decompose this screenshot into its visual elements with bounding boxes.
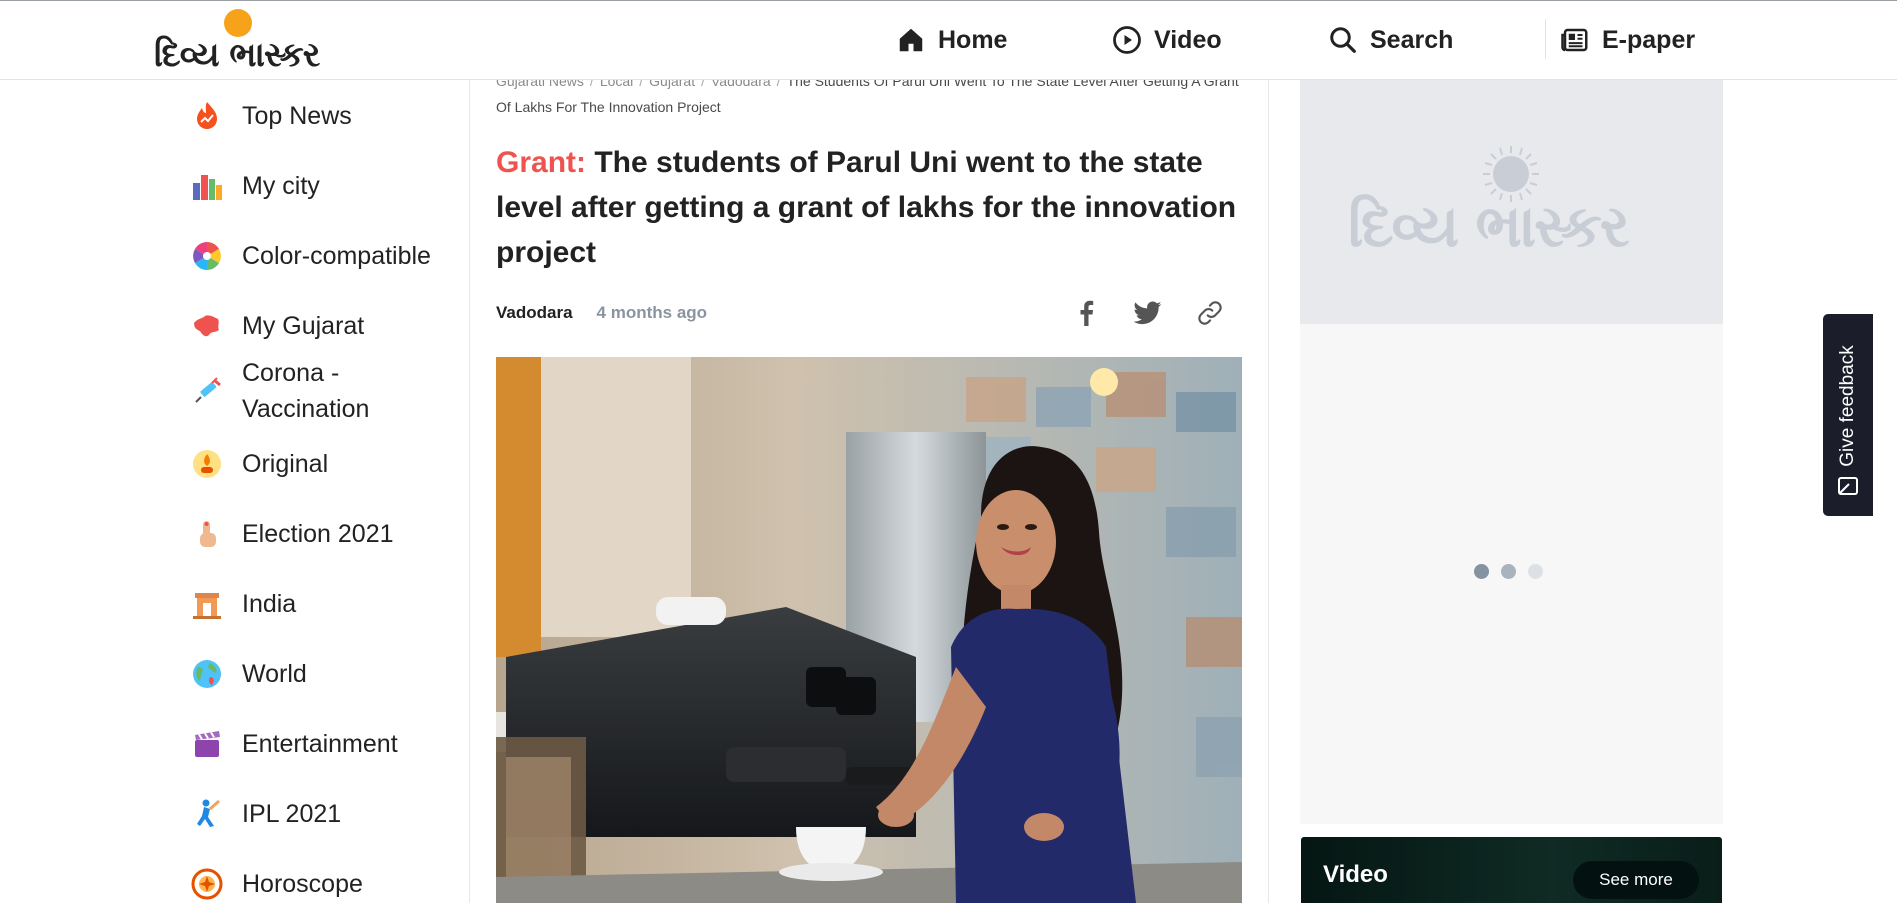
carousel-panel xyxy=(1300,324,1723,824)
search-icon xyxy=(1330,27,1356,53)
barista-photo xyxy=(496,357,1242,903)
headline-kicker: Grant: xyxy=(496,146,586,179)
logo-text: દિવ્ય ભાસ્કર xyxy=(154,35,320,75)
logo-sun-icon xyxy=(224,9,252,37)
sidebar-item-label: World xyxy=(242,660,307,688)
sidebar-item-election-2021[interactable]: Election 2021 xyxy=(190,516,394,552)
video-widget-title: Video xyxy=(1323,861,1388,888)
gujarat-map-icon xyxy=(194,315,219,337)
see-more-button[interactable]: See more xyxy=(1573,861,1699,899)
sidebar-item-original[interactable]: Original xyxy=(190,446,328,482)
sidebar-item-horoscope[interactable]: Horoscope xyxy=(190,866,363,902)
sidebar-item-label: Horoscope xyxy=(242,870,363,898)
sidebar-item-label: Original xyxy=(242,450,329,478)
headline-text: The students of Parul Uni went to the st… xyxy=(496,146,1237,269)
category-sidebar: Top News My city Color-compatible My Guj… xyxy=(0,80,470,903)
nav-divider xyxy=(1545,19,1546,59)
sidebar-item-color-compatible[interactable]: Color-compatible xyxy=(190,238,431,274)
share-twitter-button[interactable] xyxy=(1132,297,1164,329)
top-header: દિવ્ય ભાસ્કર Home Video Search E-paper xyxy=(0,0,1897,80)
voting-finger-icon xyxy=(200,521,216,547)
clapperboard-icon xyxy=(195,731,220,757)
home-icon xyxy=(899,28,923,52)
sidebar-item-label: Top News xyxy=(242,102,352,130)
fire-trend-icon xyxy=(197,102,217,129)
twitter-icon xyxy=(1134,301,1162,325)
sidebar-item-label: IPL 2021 xyxy=(242,800,342,828)
syringe-icon xyxy=(195,377,221,403)
sidebar-item-label: India xyxy=(242,590,297,618)
zodiac-wheel-icon xyxy=(191,868,223,900)
nav-home-label: Home xyxy=(938,25,1008,54)
carousel-dot[interactable] xyxy=(1501,564,1516,579)
sidebar-item-label: Corona - Vaccination xyxy=(242,359,370,423)
publish-time: 4 months ago xyxy=(596,303,708,322)
nav-video-label: Video xyxy=(1154,25,1222,54)
video-widget: Video See more xyxy=(1301,837,1722,903)
color-wheel-icon xyxy=(193,242,221,270)
carousel-dot[interactable] xyxy=(1528,564,1543,579)
sidebar-item-entertainment[interactable]: Entertainment xyxy=(190,726,398,762)
city-buildings-icon xyxy=(193,175,222,200)
carousel-dots xyxy=(1474,564,1543,579)
feedback-envelope-icon xyxy=(1838,477,1858,495)
nav-search-label: Search xyxy=(1370,25,1454,54)
sidebar-item-world[interactable]: World xyxy=(190,656,307,692)
sidebar-item-my-city[interactable]: My city xyxy=(190,168,320,204)
give-feedback-label: Give feedback xyxy=(1837,345,1858,467)
facebook-icon xyxy=(1080,300,1094,326)
dateline-city: Vadodara xyxy=(496,303,573,322)
nav-epaper-label: E-paper xyxy=(1602,25,1696,54)
content-divider xyxy=(1268,80,1269,903)
share-facebook-button[interactable] xyxy=(1070,297,1102,329)
nav-video-link[interactable]: Video xyxy=(1112,19,1222,61)
article-main: Gujarati News / Local / Gujarat / Vadodara / The… xyxy=(496,68,1242,333)
cricket-player-icon xyxy=(197,799,220,827)
india-gate-icon xyxy=(193,593,221,619)
copy-link-button[interactable] xyxy=(1194,297,1226,329)
sidebar-item-india[interactable]: India xyxy=(190,586,296,622)
link-icon xyxy=(1198,301,1222,325)
ad-logo-text: દિવ્ય ભાસ્કર xyxy=(1348,192,1630,260)
sidebar-item-label: My Gujarat xyxy=(242,312,365,340)
sidebar-item-my-gujarat[interactable]: My Gujarat xyxy=(190,308,364,344)
play-circle-icon xyxy=(1113,26,1141,54)
sidebar-item-corona-vaccination[interactable]: Corona - Vaccination xyxy=(190,355,412,427)
nav-epaper-link[interactable]: E-paper xyxy=(1560,19,1695,61)
sidebar-item-label: Election 2021 xyxy=(242,520,394,548)
article-hero-image[interactable] xyxy=(496,357,1242,903)
nav-search-link[interactable]: Search xyxy=(1328,19,1453,61)
nav-home-link[interactable]: Home xyxy=(896,19,1007,61)
article-meta: Vadodara 4 months ago xyxy=(496,293,1242,333)
sidebar-item-label: Color-compatible xyxy=(242,242,431,270)
sidebar-item-label: Entertainment xyxy=(242,730,398,758)
page: દિવ્ય ભાસ્કર Home Video Search E-paper T… xyxy=(0,0,1897,903)
give-feedback-tab[interactable]: Give feedback xyxy=(1823,314,1873,516)
sidebar-item-label: My city xyxy=(242,172,320,200)
newspaper-icon xyxy=(1561,28,1588,52)
globe-icon xyxy=(193,660,221,688)
site-logo[interactable]: દિવ્ય ભાસ્કર xyxy=(150,7,330,75)
sidebar-item-ipl-2021[interactable]: IPL 2021 xyxy=(190,796,341,832)
sidebar-item-top-news[interactable]: Top News xyxy=(190,98,352,134)
article-headline: Grant: The students of Parul Uni went to… xyxy=(496,140,1242,275)
lamp-icon xyxy=(193,450,221,478)
carousel-dot[interactable] xyxy=(1474,564,1489,579)
ad-placeholder: દિવ્ય ભાસ્કર xyxy=(1300,80,1723,324)
